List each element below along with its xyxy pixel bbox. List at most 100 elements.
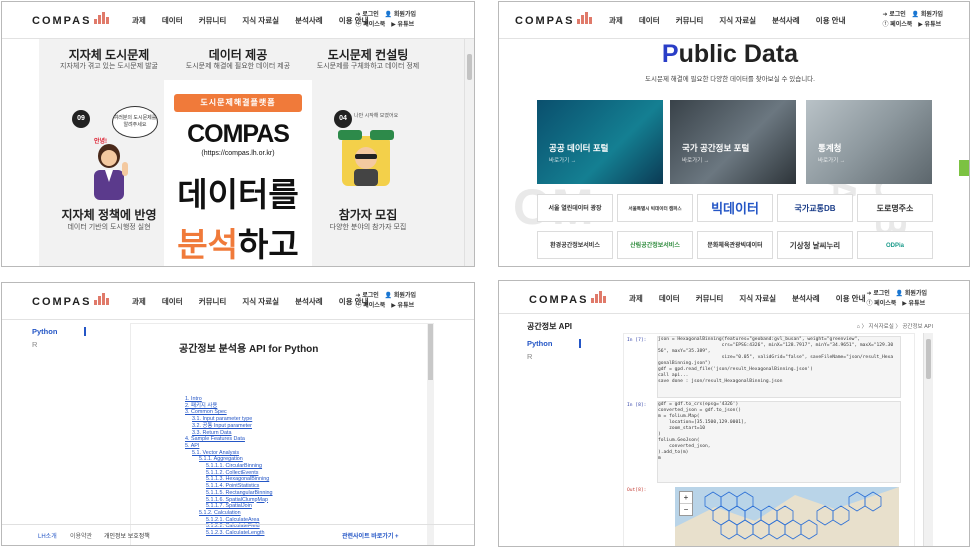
nav-item[interactable]: 지식 자료실: [242, 297, 279, 306]
toc-item[interactable]: 5. API: [185, 443, 273, 450]
link-tile[interactable]: 기상청 날씨누리: [777, 231, 853, 259]
toc-item[interactable]: 5.1.1.1. CircularBinning: [185, 463, 273, 470]
nav-item[interactable]: 분석사례: [295, 297, 323, 306]
nav-item[interactable]: 커뮤니티: [199, 297, 227, 306]
site-logo[interactable]: COMPAS: [529, 291, 607, 306]
toc-item[interactable]: 5.1. Vector Analysis: [185, 450, 273, 457]
doc-scrollbar[interactable]: [427, 324, 434, 545]
nav-item[interactable]: 지식 자료실: [719, 16, 756, 25]
toc-item[interactable]: 5.1.1.5. RectangularBinning: [185, 490, 273, 497]
card-more-link[interactable]: 바로가기 →: [682, 156, 709, 164]
footer-link[interactable]: 개인정보 보호정책: [104, 531, 150, 540]
sidebar-item-python[interactable]: Python: [32, 327, 86, 336]
side-tab-green[interactable]: [959, 160, 969, 176]
breadcrumb: ⌂ 〉 지식자료실 〉 공간정보 API: [856, 324, 933, 330]
footer-link[interactable]: LH소개: [38, 531, 57, 540]
toc-item[interactable]: 5.1.1.7. SpatialJoin: [185, 503, 273, 510]
nav-item[interactable]: 지식 자료실: [739, 294, 776, 303]
sidebar-item-r[interactable]: R: [527, 352, 581, 361]
facebook-link[interactable]: ⓕ 페이스북: [356, 22, 386, 28]
nav-item[interactable]: 과제: [132, 297, 146, 306]
facebook-link[interactable]: ⓕ 페이스북: [356, 303, 386, 309]
login-link[interactable]: ➜ 로그인: [356, 12, 379, 18]
toc-item[interactable]: 1. Intro: [185, 396, 273, 403]
zoom-in-button[interactable]: +: [680, 492, 692, 503]
toc-item[interactable]: 5.1.1. Aggregation: [185, 456, 273, 463]
footer-link[interactable]: 이용약관: [70, 531, 92, 540]
nav-item[interactable]: 데이터: [162, 297, 183, 306]
card-title: 공공 데이터 포털: [549, 143, 609, 153]
toc-item[interactable]: 5.1.1.2. CollectEvents: [185, 470, 273, 477]
youtube-link[interactable]: ▶ 유튜브: [902, 301, 925, 307]
nav-item[interactable]: 분석사례: [772, 16, 800, 25]
login-link[interactable]: ➜ 로그인: [356, 293, 379, 299]
link-tile[interactable]: 환경공간정보서비스: [537, 231, 613, 259]
main-nav: 과제 데이터 커뮤니티 지식 자료실 분석사례 이용 안내: [132, 296, 382, 307]
toc-item[interactable]: 3.2. 공통 Input parameter: [185, 423, 273, 430]
participants-character-illustration: [338, 130, 394, 186]
card-title: 통계청: [818, 143, 842, 153]
sidebar-item-python[interactable]: Python: [527, 339, 581, 348]
link-tile[interactable]: 문화체육관광빅데이터: [697, 231, 773, 259]
nav-item[interactable]: 지식 자료실: [242, 16, 279, 25]
nav-item[interactable]: 과제: [132, 16, 146, 25]
nav-item[interactable]: 데이터: [639, 16, 660, 25]
youtube-link[interactable]: ▶ 유튜브: [918, 22, 941, 28]
toc-item[interactable]: 5.1.2.1. CalculateArea: [185, 517, 273, 524]
site-logo[interactable]: COMPAS: [32, 12, 110, 27]
login-link[interactable]: ➜ 로그인: [883, 12, 906, 18]
col3-subtitle: 도시문제를 구체화하고 데이터 정제: [316, 63, 420, 70]
nav-item[interactable]: 과제: [629, 294, 643, 303]
site-logo[interactable]: COMPAS: [515, 12, 593, 27]
toc-item[interactable]: 5.1.1.6. SpatialClumpMap: [185, 497, 273, 504]
card-more-link[interactable]: 바로가기 →: [549, 156, 576, 164]
nav-item[interactable]: 데이터: [162, 16, 183, 25]
card-statistics-korea[interactable]: 통계청 바로가기 →: [806, 100, 932, 184]
signup-link[interactable]: 👤 회원가입: [385, 293, 416, 299]
card-national-spatial-portal[interactable]: 국가 공간정보 포털 바로가기 →: [670, 100, 796, 184]
language-sidebar: Python R: [32, 327, 86, 349]
link-tile[interactable]: 국가교통DB: [777, 194, 853, 222]
related-sites-button[interactable]: 관련사이트 바로가기 +: [342, 531, 399, 540]
link-tile[interactable]: 도로명주소: [857, 194, 933, 222]
link-tile[interactable]: 서울특별시 빅데이터 캠퍼스: [617, 194, 693, 222]
toc-item[interactable]: 5.1.1.4. PointStatistics: [185, 483, 273, 490]
toc-item[interactable]: 3. Common Spec: [185, 409, 273, 416]
nav-item[interactable]: 분석사례: [295, 16, 323, 25]
nav-item[interactable]: 분석사례: [792, 294, 820, 303]
toc-item[interactable]: 5.1.2. Calculation: [185, 510, 273, 517]
facebook-link[interactable]: ⓕ 페이스북: [883, 22, 913, 28]
scrollbar[interactable]: [464, 2, 474, 266]
link-tile[interactable]: 서울 열린데이터 광장: [537, 194, 613, 222]
nav-item[interactable]: 커뮤니티: [199, 16, 227, 25]
nav-item[interactable]: 과제: [609, 16, 623, 25]
poster-headline-1: 데이터를: [177, 176, 299, 213]
signup-link[interactable]: 👤 회원가입: [896, 291, 927, 297]
notebook-scrollbar[interactable]: [923, 333, 933, 546]
zoom-out-button[interactable]: −: [680, 503, 692, 515]
nav-item[interactable]: 이용 안내: [836, 294, 866, 303]
card-more-link[interactable]: 바로가기 →: [818, 156, 845, 164]
toc-item[interactable]: 2. 패키지 사용: [185, 403, 273, 410]
card-public-data-portal[interactable]: 공공 데이터 포털 바로가기 →: [537, 100, 663, 184]
toc-item[interactable]: 4. Sample Features Data: [185, 436, 273, 443]
site-logo[interactable]: COMPAS: [32, 293, 110, 308]
facebook-link[interactable]: ⓕ 페이스북: [867, 301, 897, 307]
youtube-link[interactable]: ▶ 유튜브: [391, 303, 414, 309]
toc-item[interactable]: 5.1.1.3. HexagonalBinning: [185, 476, 273, 483]
toc-item[interactable]: 3.3. Return Data: [185, 430, 273, 437]
nav-item[interactable]: 커뮤니티: [676, 16, 704, 25]
link-tile[interactable]: 빅데이터: [697, 194, 773, 222]
youtube-link[interactable]: ▶ 유튜브: [391, 22, 414, 28]
toc-item[interactable]: 3.1. Input parameter type: [185, 416, 273, 423]
link-tile[interactable]: 산림공간정보서비스: [617, 231, 693, 259]
folium-map-output[interactable]: + −: [675, 487, 899, 546]
login-link[interactable]: ➜ 로그인: [867, 291, 890, 297]
link-tile[interactable]: ODPia: [857, 231, 933, 259]
sidebar-item-r[interactable]: R: [32, 340, 86, 349]
nav-item[interactable]: 이용 안내: [816, 16, 846, 25]
signup-link[interactable]: 👤 회원가입: [385, 12, 416, 18]
signup-link[interactable]: 👤 회원가입: [912, 12, 943, 18]
nav-item[interactable]: 데이터: [659, 294, 680, 303]
nav-item[interactable]: 커뮤니티: [696, 294, 724, 303]
